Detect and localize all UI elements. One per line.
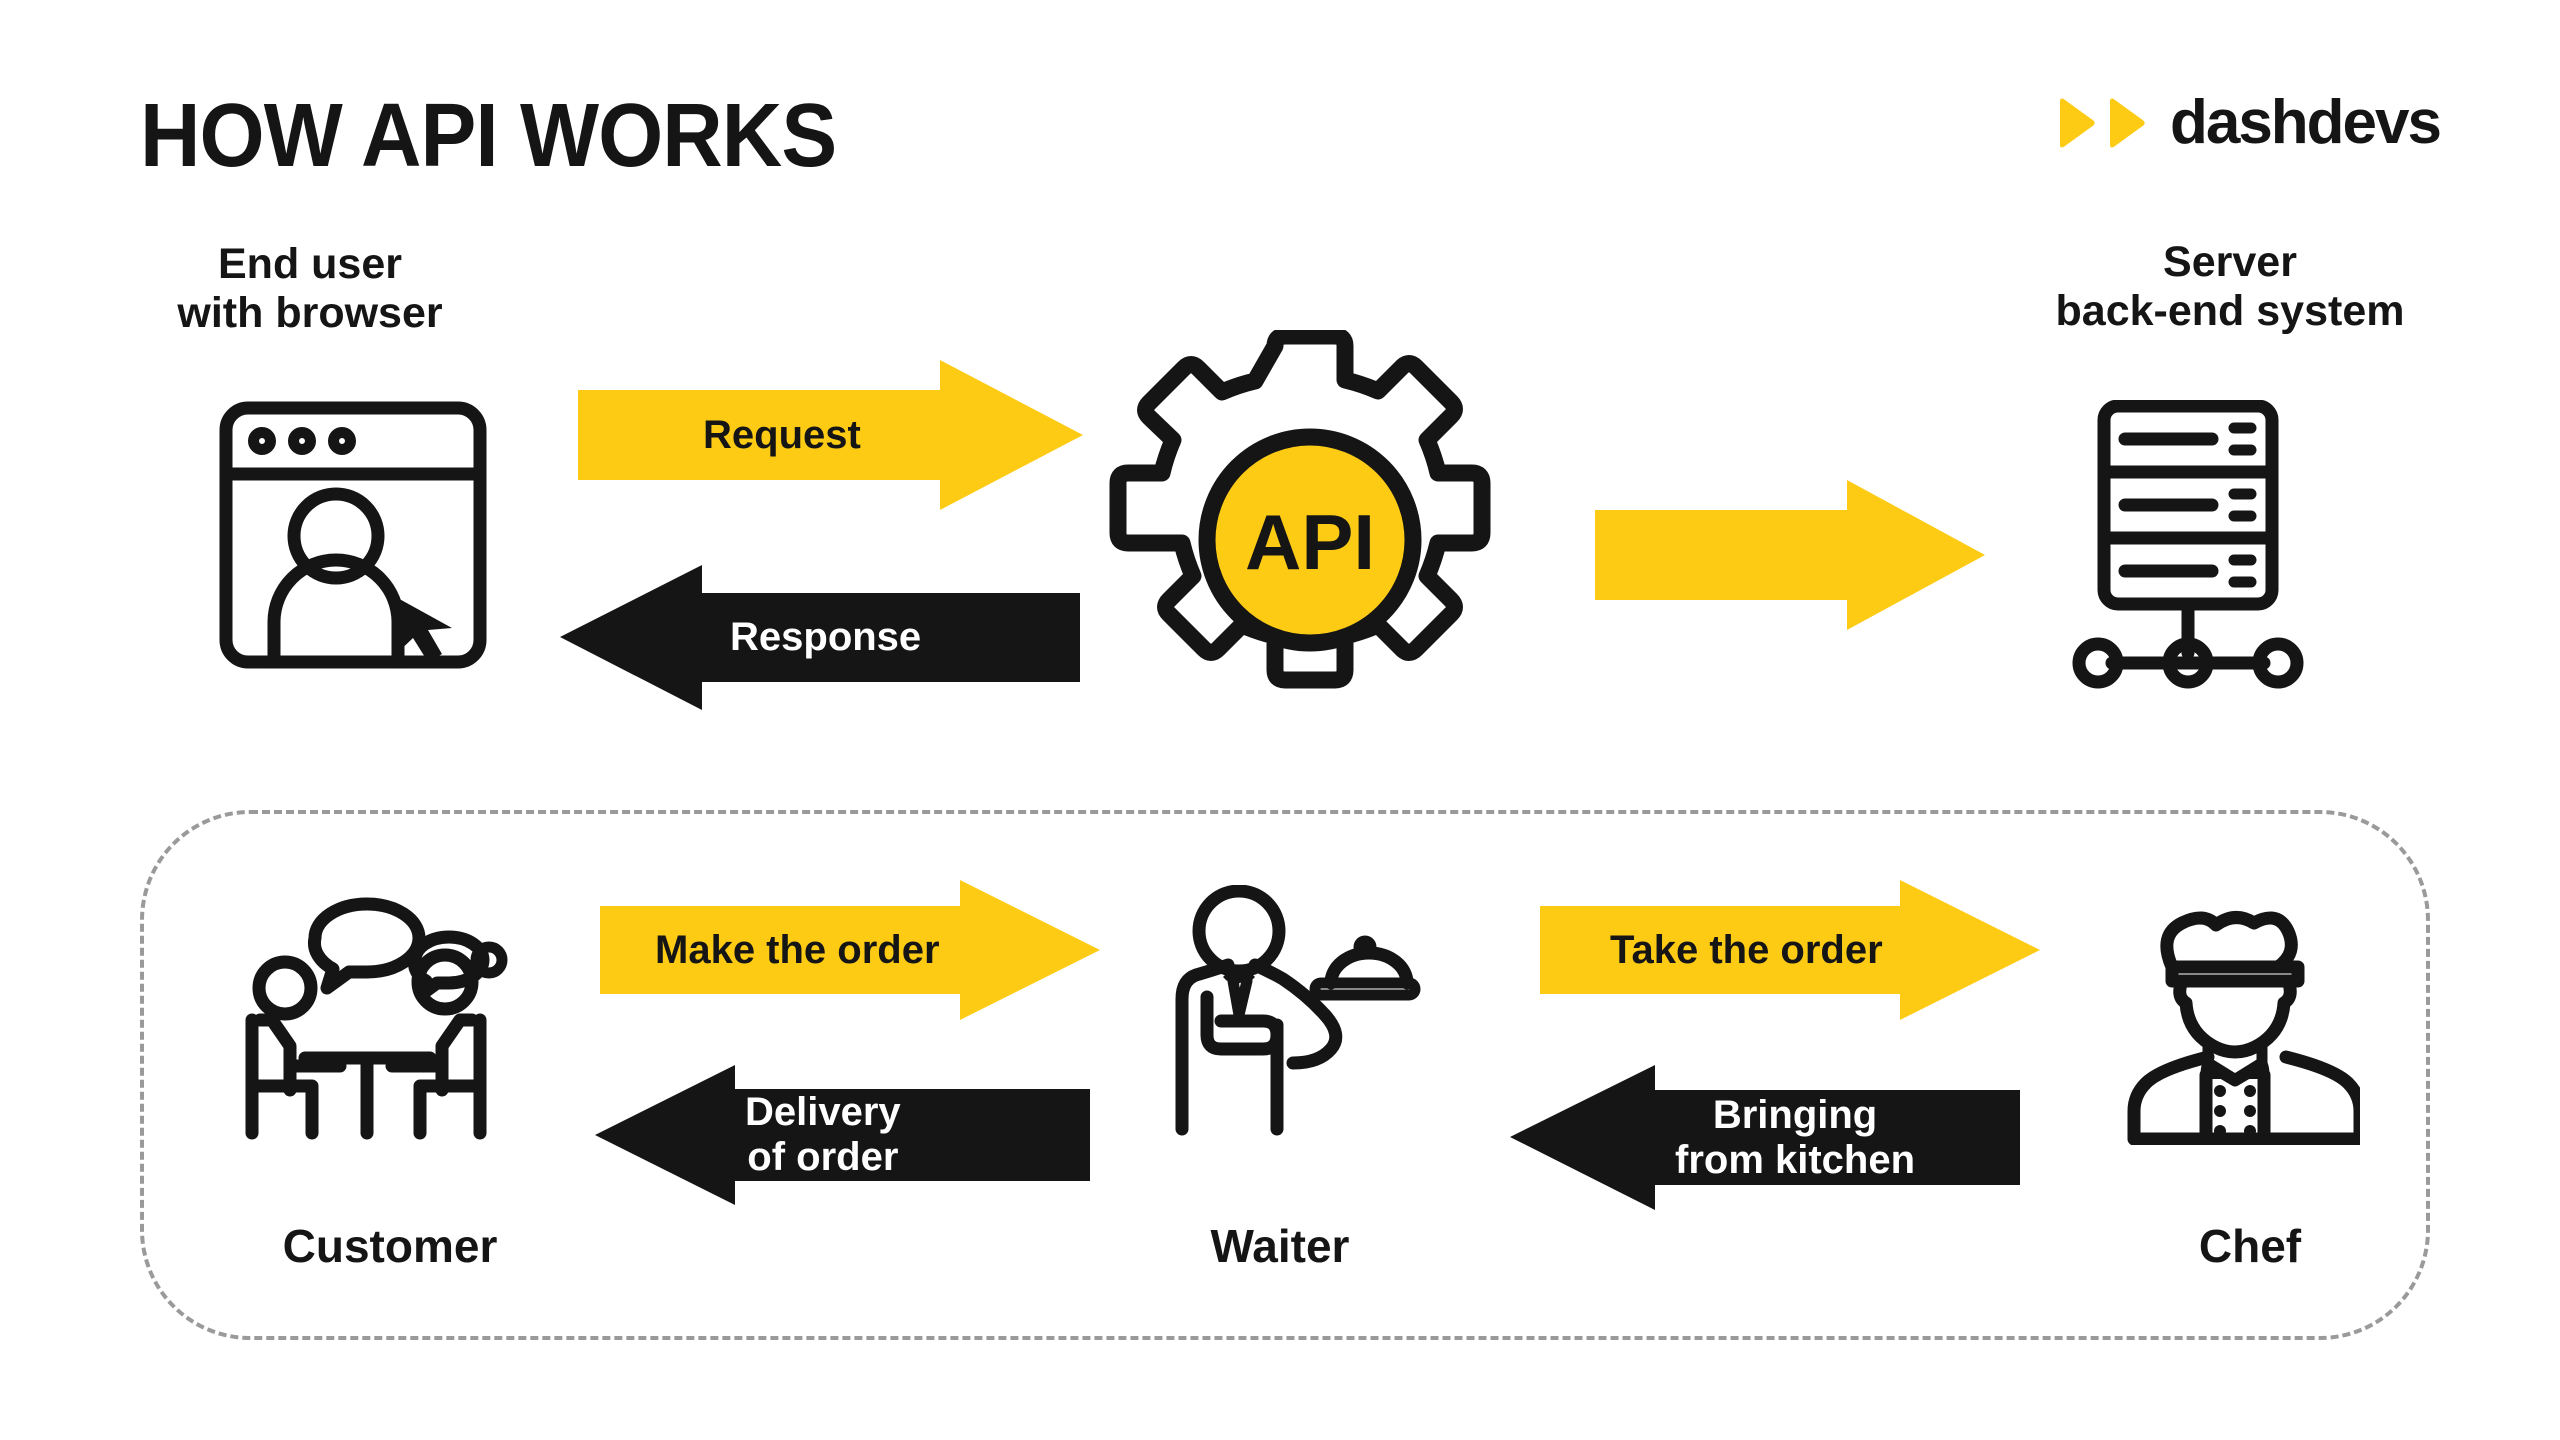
page-title: HOW API WORKS	[140, 86, 837, 186]
end-user-label: End user with browser	[177, 240, 443, 338]
server-label: Server back-end system	[2055, 238, 2405, 336]
chef-label: Chef	[2198, 1220, 2302, 1272]
browser-window-with-user-icon	[218, 400, 488, 670]
two-people-at-table-talking-icon	[240, 890, 530, 1140]
infographic-canvas: HOW API WORKS dashdevs End user with bro…	[0, 0, 2560, 1440]
dashdevs-logo: dashdevs	[2054, 88, 2442, 157]
make-the-order-arrow: Make the order	[600, 880, 1100, 1020]
bringing-from-kitchen-arrow: Bringing from kitchen	[1510, 1065, 2020, 1210]
chef-with-toque-icon	[2110, 905, 2367, 1146]
request-arrow: Request	[578, 360, 1083, 510]
logo-wordmark: dashdevs	[2169, 88, 2442, 157]
customer-label: Customer	[282, 1220, 498, 1272]
server-rack-icon	[2068, 399, 2338, 690]
take-the-order-arrow: Take the order	[1540, 880, 2040, 1020]
gear-icon: API	[1100, 327, 1520, 750]
delivery-of-order-arrow: Delivery of order	[595, 1065, 1090, 1205]
api-gear-label: API	[1245, 498, 1375, 586]
double-play-triangle-icon	[2054, 96, 2148, 150]
api-to-server-arrow	[1595, 480, 1985, 630]
waiter-label: Waiter	[1210, 1220, 1350, 1272]
waiter-with-tray-icon	[1165, 884, 1425, 1140]
response-arrow: Response	[560, 565, 1080, 710]
